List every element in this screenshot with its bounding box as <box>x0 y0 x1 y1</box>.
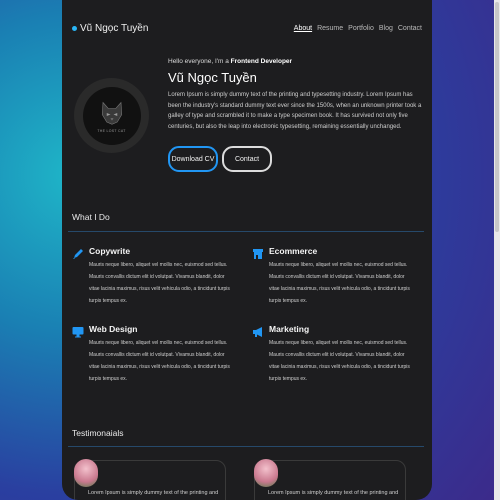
greeting-line: Hello everyone, I'm a Frontend Developer <box>168 58 423 65</box>
service-desc: Mauris neque libero, aliquet vel mollis … <box>269 262 410 304</box>
section-title-what-i-do: What I Do <box>72 212 110 222</box>
brand-dot-icon <box>72 25 77 31</box>
avatar-logo: THE LOST CAT <box>82 86 141 145</box>
monitor-icon <box>72 327 84 338</box>
download-cv-button[interactable]: Download CV <box>168 146 218 172</box>
brand[interactable]: Vũ Ngọc Tuyền <box>72 23 148 34</box>
testimonial-avatar <box>254 459 278 487</box>
nav-menu: About Resume Portfolio Blog Contact <box>294 25 422 32</box>
testimonial-avatar <box>74 459 98 487</box>
service-desc: Mauris neque libero, aliquet vel mollis … <box>269 340 410 382</box>
hero-actions: Download CV Contact <box>168 146 423 172</box>
cat-logo-icon <box>101 101 122 125</box>
service-desc: Mauris neque libero, aliquet vel mollis … <box>89 262 230 304</box>
service-desc: Mauris neque libero, aliquet vel mollis … <box>89 340 230 382</box>
nav-item-blog[interactable]: Blog <box>379 25 393 32</box>
testimonial-text: Lorem Ipsum is simply dummy text of the … <box>88 490 219 496</box>
megaphone-icon <box>253 327 262 337</box>
service-title: Ecommerce <box>269 246 318 256</box>
profile-bio: Lorem Ipsum is simply dummy text of the … <box>168 92 422 130</box>
section-divider <box>68 446 424 447</box>
nav-item-resume[interactable]: Resume <box>317 25 343 32</box>
section-title-testimonials: Testimonaials <box>72 428 124 438</box>
brand-name: Vũ Ngọc Tuyền <box>80 22 149 34</box>
pencil-icon <box>73 249 83 259</box>
role-text: Frontend Developer <box>230 58 293 65</box>
section-divider <box>68 231 424 232</box>
nav-item-portfolio[interactable]: Portfolio <box>348 25 374 32</box>
nav-item-about[interactable]: About <box>294 25 312 32</box>
service-title: Marketing <box>269 324 310 334</box>
nav-item-contact[interactable]: Contact <box>398 25 422 32</box>
scrollbar-thumb[interactable] <box>495 2 499 232</box>
store-icon <box>253 249 263 259</box>
profile-name: Vũ Ngọc Tuyền <box>168 70 257 85</box>
avatar: THE LOST CAT <box>74 78 149 153</box>
contact-button[interactable]: Contact <box>222 146 272 172</box>
intro: Hello everyone, I'm a Frontend Developer… <box>168 58 423 172</box>
service-title: Web Design <box>89 324 138 334</box>
greeting-text: Hello everyone, I'm a <box>168 58 231 65</box>
avatar-caption: THE LOST CAT <box>97 129 126 133</box>
page-scrollbar[interactable] <box>494 0 500 500</box>
resume-card: Vũ Ngọc Tuyền About Resume Portfolio Blo… <box>62 0 432 500</box>
top-nav: Vũ Ngọc Tuyền About Resume Portfolio Blo… <box>72 20 422 36</box>
service-title: Copywrite <box>89 246 131 256</box>
testimonial-text: Lorem Ipsum is simply dummy text of the … <box>268 490 399 496</box>
